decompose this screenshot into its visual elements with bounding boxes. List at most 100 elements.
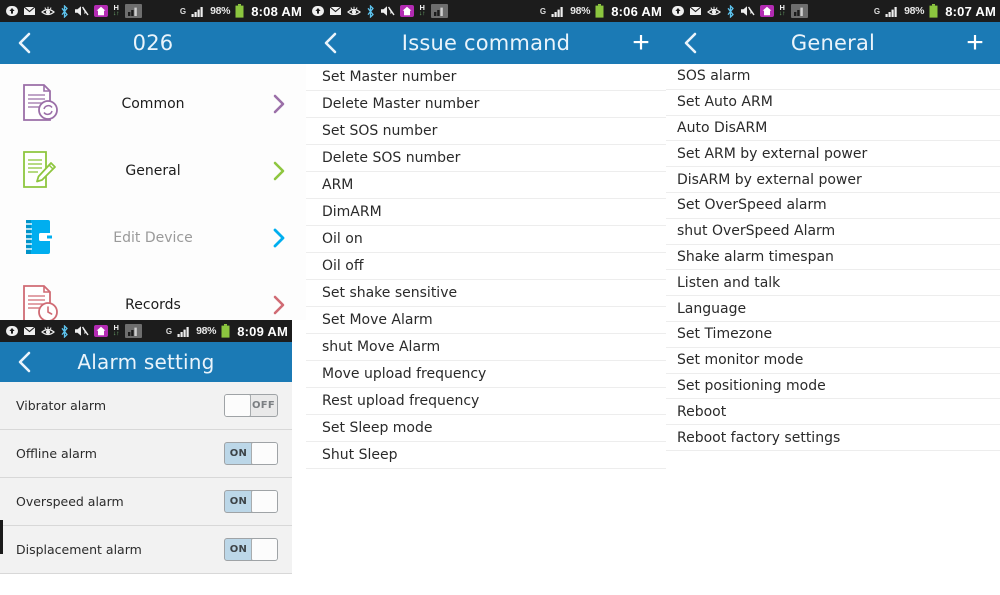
menu-item-edit-device[interactable]: Edit Device <box>0 204 306 271</box>
hsdpa-icon: H ↓↑ <box>113 3 120 17</box>
chevron-right-icon[interactable] <box>266 293 292 317</box>
mute-icon <box>74 325 89 337</box>
envelope-icon <box>23 6 36 16</box>
list-item[interactable]: Shake alarm timespan <box>666 245 1000 271</box>
menu-item-general[interactable]: General <box>0 137 306 204</box>
list-item[interactable]: Set OverSpeed alarm <box>666 193 1000 219</box>
list-item[interactable]: Set Sleep mode <box>306 415 666 442</box>
toggle-state-label: ON <box>229 448 248 459</box>
offline-alarm-toggle[interactable]: ON <box>224 442 278 465</box>
mute-icon <box>740 5 755 17</box>
status-time: 8:08 AM <box>251 3 302 19</box>
list-item[interactable]: Language <box>666 296 1000 322</box>
document-refresh-icon <box>20 82 66 126</box>
bluetooth-icon <box>60 324 69 338</box>
list-item[interactable]: Shut Sleep <box>306 442 666 469</box>
download-icon <box>6 5 18 17</box>
list-item[interactable]: DisARM by external power <box>666 167 1000 193</box>
add-button[interactable]: + <box>628 28 654 58</box>
menu-item-records[interactable]: Records <box>0 271 306 320</box>
back-chevron-icon[interactable] <box>12 349 38 375</box>
back-chevron-icon[interactable] <box>318 30 344 56</box>
screen-icon <box>790 4 808 18</box>
list-item[interactable]: Set ARM by external power <box>666 141 1000 168</box>
menu-item-label: General <box>125 162 181 179</box>
signal-icon <box>191 6 205 17</box>
list-item[interactable]: shut Move Alarm <box>306 334 666 361</box>
bluetooth-icon <box>726 4 735 18</box>
status-time: 8:09 AM <box>237 323 288 339</box>
download-icon <box>6 325 18 337</box>
alarm-row-vibrator: Vibrator alarm OFF <box>0 382 292 430</box>
chevron-right-icon[interactable] <box>266 92 292 116</box>
alarm-settings-list: Vibrator alarm OFF Offline alarm ON Over… <box>0 382 292 574</box>
list-item[interactable]: Set positioning mode <box>666 374 1000 400</box>
vibrator-alarm-toggle[interactable]: OFF <box>224 394 278 417</box>
download-icon <box>672 5 684 17</box>
battery-percent: 98% <box>904 5 925 17</box>
general-panel: H ↓↑ G 98% 8:07 AM General + SOS alarm Se… <box>666 0 1000 595</box>
hsdpa-icon: H ↓↑ <box>779 3 786 17</box>
page-title: Issue command <box>401 31 571 55</box>
list-item[interactable]: ARM <box>306 172 666 199</box>
list-item[interactable]: Move upload frequency <box>306 361 666 388</box>
bluetooth-icon <box>366 4 375 18</box>
list-item[interactable]: Oil on <box>306 226 666 253</box>
battery-percent: 98% <box>196 325 217 337</box>
list-item[interactable]: Set shake sensitive <box>306 280 666 307</box>
back-chevron-icon[interactable] <box>12 30 38 56</box>
hsdpa-icon: H ↓↑ <box>113 323 120 337</box>
status-time: 8:06 AM <box>611 3 662 19</box>
chevron-right-icon[interactable] <box>266 159 292 183</box>
gsm-g-icon: G <box>165 326 173 336</box>
list-item[interactable]: shut OverSpeed Alarm <box>666 219 1000 245</box>
list-item[interactable]: Set Timezone <box>666 322 1000 348</box>
list-item[interactable]: Rest upload frequency <box>306 388 666 415</box>
alarm-row-label: Offline alarm <box>16 446 97 461</box>
signal-icon <box>885 6 899 17</box>
command-app-bar: Issue command + <box>306 22 666 64</box>
toggle-knob <box>251 443 277 464</box>
battery-percent: 98% <box>210 5 231 17</box>
add-button[interactable]: + <box>962 28 988 58</box>
alarm-setting-panel: H ↓↑ G 98% 8:09 AM Alarm setting Vibrator… <box>0 320 292 582</box>
list-item[interactable]: Set Auto ARM <box>666 90 1000 116</box>
list-item[interactable]: Set SOS number <box>306 118 666 145</box>
home-icon <box>400 5 414 17</box>
signal-icon <box>177 326 191 337</box>
scroll-indicator <box>0 520 3 554</box>
menu-item-common[interactable]: Common <box>0 70 306 137</box>
displacement-alarm-toggle[interactable]: ON <box>224 538 278 561</box>
list-item[interactable]: Delete SOS number <box>306 145 666 172</box>
chevron-right-icon[interactable] <box>266 226 292 250</box>
screen-icon <box>124 324 142 338</box>
list-item[interactable]: Reboot <box>666 399 1000 426</box>
alarm-row-label: Displacement alarm <box>16 542 142 557</box>
overspeed-alarm-toggle[interactable]: ON <box>224 490 278 513</box>
notebook-icon <box>20 216 66 260</box>
gsm-g-icon: G <box>539 6 547 16</box>
device-menu-list: Common General Edit Device Records <box>0 64 306 320</box>
alarm-row-offline: Offline alarm ON <box>0 430 292 478</box>
list-item[interactable]: Listen and talk <box>666 270 1000 297</box>
eye-icon <box>707 6 721 17</box>
status-bar: H ↓↑ G 98% 8:08 AM <box>0 0 306 22</box>
eye-icon <box>347 6 361 17</box>
screen-icon <box>124 4 142 18</box>
list-item[interactable]: DimARM <box>306 199 666 226</box>
list-item[interactable]: Set Master number <box>306 64 666 91</box>
alarm-row-label: Overspeed alarm <box>16 494 124 509</box>
home-icon <box>94 5 108 17</box>
list-item[interactable]: Oil off <box>306 253 666 280</box>
alarm-app-bar: Alarm setting <box>0 342 292 382</box>
eye-icon <box>41 326 55 337</box>
command-list: Set Master number Delete Master number S… <box>306 64 666 469</box>
list-item[interactable]: Delete Master number <box>306 91 666 118</box>
gsm-g-icon: G <box>873 6 881 16</box>
list-item[interactable]: Set monitor mode <box>666 348 1000 374</box>
list-item[interactable]: Auto DisARM <box>666 116 1000 142</box>
list-item[interactable]: Reboot factory settings <box>666 425 1000 451</box>
back-chevron-icon[interactable] <box>678 30 704 56</box>
list-item[interactable]: SOS alarm <box>666 64 1000 90</box>
list-item[interactable]: Set Move Alarm <box>306 307 666 334</box>
